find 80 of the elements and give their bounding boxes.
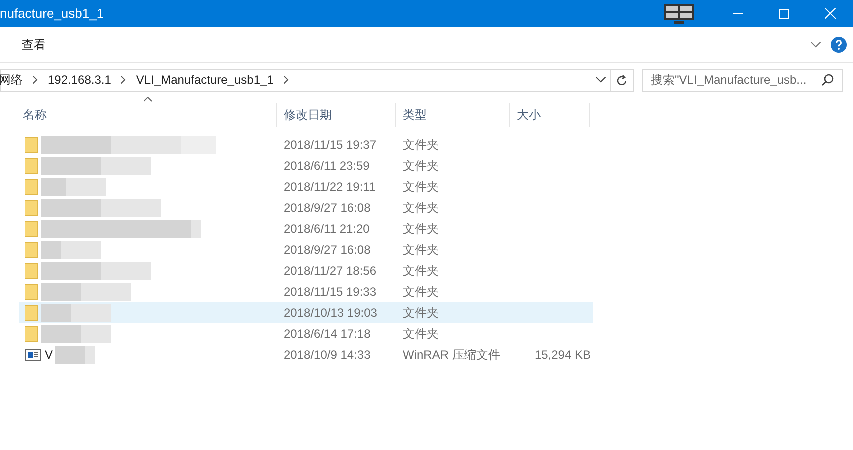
folder-icon xyxy=(25,136,39,152)
file-row[interactable]: 2018/9/27 16:08 文件夹 xyxy=(19,197,593,218)
size-cell-text: 15,294 KB xyxy=(534,346,591,364)
monitor-icon xyxy=(663,2,695,24)
chevron-right-icon[interactable] xyxy=(284,76,289,84)
dropdown-chevron-icon[interactable] xyxy=(596,77,606,83)
date-cell-text: 2018/11/15 19:37 xyxy=(284,136,378,154)
ribbon-tab[interactable]: 查看 xyxy=(14,34,54,56)
column-header[interactable]: 名称 xyxy=(16,103,277,127)
folder-icon xyxy=(25,242,39,258)
type-cell-text: 文件夹 xyxy=(403,220,440,238)
breadcrumb[interactable]: 192.168.3.1 xyxy=(48,71,112,89)
maximize-icon xyxy=(779,8,789,18)
date-cell-text: 2018/11/22 19:11 xyxy=(284,178,377,196)
file-row[interactable]: 2018/11/22 19:11 文件夹 xyxy=(19,176,593,197)
folder-icon xyxy=(25,220,39,236)
file-row[interactable]: 2018/6/11 21:20 文件夹 xyxy=(19,218,593,239)
file-row[interactable]: 2018/11/27 18:56 文件夹 xyxy=(19,260,593,281)
type-cell-text: 文件夹 xyxy=(403,178,440,196)
redacted-name-icon xyxy=(41,220,201,238)
folder-icon xyxy=(25,304,39,320)
redacted-name-icon xyxy=(41,198,161,216)
redacted-name-icon xyxy=(55,346,96,364)
redacted-name-icon xyxy=(41,282,131,300)
folder-icon xyxy=(25,200,39,216)
type-cell-text: 文件夹 xyxy=(403,200,440,216)
type-cell-text: WinRAR 压缩文件 xyxy=(403,346,502,364)
type-cell-text: 文件夹 xyxy=(403,242,440,258)
column-header[interactable]: 修改日期 xyxy=(277,103,396,127)
redacted-name-icon xyxy=(41,262,151,280)
file-row[interactable]: V 2018/10/9 14:33 WinRAR 压缩文件 15,294 KB xyxy=(19,344,593,365)
folder-icon xyxy=(25,262,39,278)
redacted-name-icon xyxy=(41,178,106,196)
breadcrumb[interactable]: 网络 xyxy=(0,71,23,89)
folder-icon xyxy=(25,284,39,300)
column-header[interactable]: 大小 xyxy=(510,103,590,127)
redacted-name-icon xyxy=(41,304,111,322)
type-cell-text: 文件夹 xyxy=(403,326,440,342)
date-cell-text: 2018/6/11 23:59 xyxy=(284,158,371,174)
address-bar[interactable]: 网络 192.168.3.1 VLI_Manufacture_usb1_1 xyxy=(0,68,634,92)
chevron-right-icon[interactable] xyxy=(121,76,126,84)
file-name: V xyxy=(45,346,54,364)
date-cell-text: 2018/9/27 16:08 xyxy=(284,200,372,216)
close-icon xyxy=(824,8,836,19)
breadcrumb[interactable]: VLI_Manufacture_usb1_1 xyxy=(136,71,274,89)
redacted-name-icon xyxy=(41,136,216,154)
date-cell-text: 2018/11/27 18:56 xyxy=(284,262,378,280)
folder-icon xyxy=(25,326,39,342)
expand-chevron-icon[interactable] xyxy=(811,42,821,48)
column-header[interactable]: 类型 xyxy=(396,103,510,127)
file-row[interactable]: 2018/9/27 16:08 文件夹 xyxy=(19,239,593,260)
date-cell-text: 2018/10/13 19:03 xyxy=(284,304,378,322)
window-title: nufacture_usb1_1 xyxy=(0,4,104,23)
file-row[interactable]: 2018/6/11 23:59 文件夹 xyxy=(19,155,593,176)
help-icon[interactable] xyxy=(831,36,847,52)
chevron-right-icon[interactable] xyxy=(33,76,38,84)
sort-ascending-icon xyxy=(144,97,152,102)
type-cell-text: 文件夹 xyxy=(403,304,440,322)
archive-icon xyxy=(25,348,41,360)
file-row[interactable]: 2018/10/13 19:03 文件夹 xyxy=(19,302,593,323)
redacted-name-icon xyxy=(41,156,151,174)
folder-icon xyxy=(25,158,39,174)
search-icon xyxy=(822,74,834,86)
file-row[interactable]: 2018/11/15 19:33 文件夹 xyxy=(19,281,593,302)
file-row[interactable]: 2018/6/14 17:18 文件夹 xyxy=(19,323,593,344)
date-cell-text: 2018/9/27 16:08 xyxy=(284,242,372,258)
refresh-icon[interactable] xyxy=(616,74,628,86)
date-cell-text: 2018/6/11 21:20 xyxy=(284,220,371,238)
type-cell-text: 文件夹 xyxy=(403,136,440,154)
type-cell-text: 文件夹 xyxy=(403,262,440,280)
folder-icon xyxy=(25,178,39,194)
date-cell-text: 2018/11/15 19:33 xyxy=(284,284,378,300)
search-field[interactable]: 搜索"VLI_Manufacture_usb... xyxy=(642,68,843,92)
type-cell-text: 文件夹 xyxy=(403,158,440,174)
redacted-name-icon xyxy=(41,240,101,258)
redacted-name-icon xyxy=(41,324,111,342)
date-cell-text: 2018/10/9 14:33 xyxy=(284,346,372,364)
date-cell-text: 2018/6/14 17:18 xyxy=(284,326,372,342)
file-row[interactable]: 2018/11/15 19:37 文件夹 xyxy=(19,134,593,155)
type-cell-text: 文件夹 xyxy=(403,284,440,300)
